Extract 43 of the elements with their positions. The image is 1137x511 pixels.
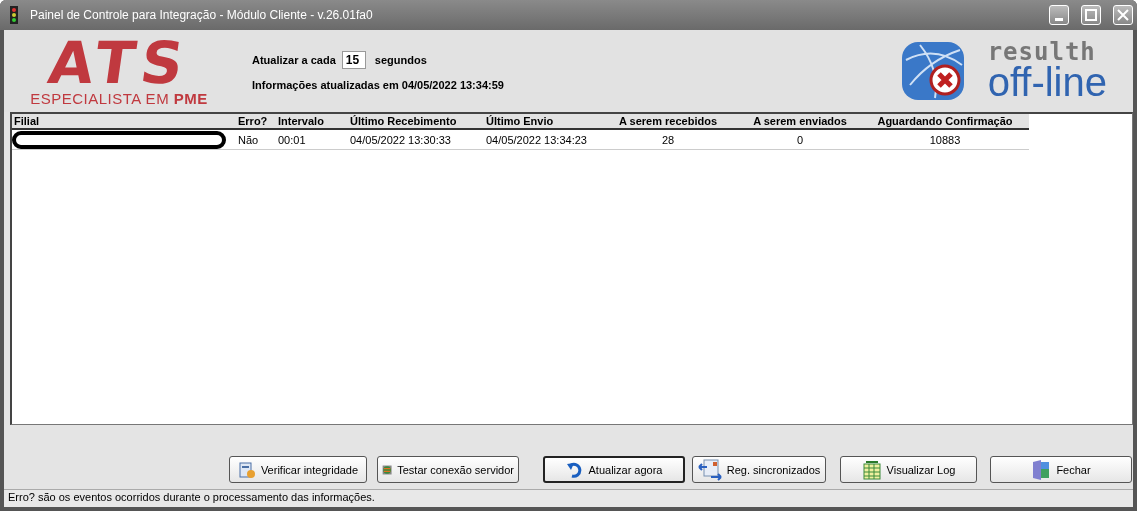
table-cell-text: Não [237,133,260,146]
logo-letters: ATS [45,35,193,90]
table-cell-text: 00:01 [277,133,307,146]
close-button[interactable] [1113,5,1133,25]
action-button[interactable]: Testar conexão servidor [377,456,519,483]
connection-status: off-line [987,63,1107,101]
refresh-label: Atualizar a cada [252,54,336,66]
table-cell-text: 10883 [928,133,962,146]
status-bar-text: Erro? são os eventos ocorridos durante o processamento das informações. [8,491,375,503]
interval-field[interactable]: 15 [341,51,366,69]
table-cell-text: 28 [660,133,676,146]
action-button[interactable]: Verificar integridade [229,456,367,483]
action-button[interactable]: Fechar [990,456,1132,483]
column-header[interactable]: Aguardando Confirmação [866,114,1024,128]
logo-tagline: ESPECIALISTA EM PME [30,89,208,107]
brand-name: resulth [987,41,1096,63]
column-header[interactable]: Filial [12,114,236,128]
action-button[interactable]: Reg. sincronizados [692,456,826,483]
action-button[interactable]: Atualizar agora [543,456,685,483]
minimize-button[interactable] [1049,5,1069,25]
column-header[interactable]: A serem recebidos [602,114,734,128]
last-update-text: Informações atualizadas em 04/05/2022 13:34:59 [252,79,505,91]
table-cell-text: 0 [795,133,805,146]
undo-arrow-icon [565,461,584,478]
door-icon [1031,458,1052,481]
traffic-light-icon [8,6,20,24]
close-icon [1117,9,1129,21]
maximize-button[interactable] [1081,5,1101,25]
column-header[interactable]: Intervalo [276,114,348,128]
sync-documents-icon [697,458,722,481]
column-header[interactable]: Último Recebimento [348,114,484,128]
spreadsheet-icon [861,459,882,480]
column-header[interactable]: A serem enviados [734,114,866,128]
unit-label: segundos [373,54,427,66]
table-cell-text: 04/05/2022 13:34:23 [485,133,588,146]
column-header[interactable]: Erro? [236,114,276,128]
action-button[interactable]: Visualizar Log [840,456,977,483]
table-cell-text: 04/05/2022 13:30:33 [349,133,452,146]
maximize-icon [1085,9,1097,21]
document-icon [237,460,256,479]
window-title: Painel de Controle para Integração - Módulo Cliente - v.26.01fa0 [30,8,374,22]
minimize-icon [1055,17,1063,21]
column-header[interactable]: Último Envio [484,114,602,128]
